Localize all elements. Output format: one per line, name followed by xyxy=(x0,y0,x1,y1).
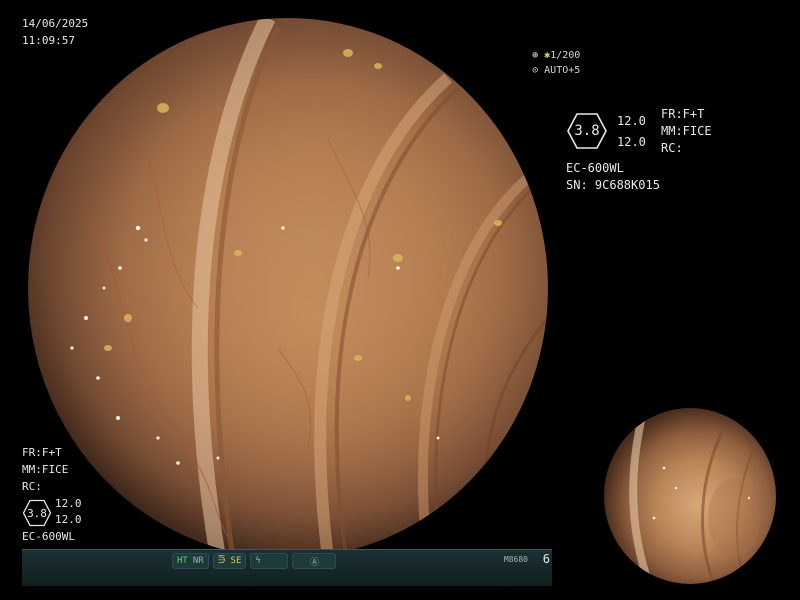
se-label: SE xyxy=(230,556,242,566)
auto-indicator: ⊙ AUTO+5 xyxy=(508,50,580,92)
right-fr-label: FR:F+T xyxy=(661,107,705,121)
right-serial: SN: 9C688K015 xyxy=(566,178,660,192)
right-scope-model: EC-600WL xyxy=(566,161,624,175)
left-mm-label: MM:FICE xyxy=(22,463,69,476)
date-label: 14/06/2025 xyxy=(22,17,89,30)
left-rc-label: RC: xyxy=(22,480,42,493)
status-indicators: HT NR ⋽ SE ϟ Ⓐ xyxy=(172,553,362,569)
time-label: 11:09:57 xyxy=(22,34,75,47)
status-bar: HT NR ⋽ SE ϟ Ⓐ M8680 6 xyxy=(22,549,552,586)
auto-value: AUTO+5 xyxy=(544,65,581,76)
flash-indicator: ϟ xyxy=(250,553,289,569)
se-indicator: ⋽ SE xyxy=(212,553,247,569)
flash-icon: ϟ xyxy=(255,556,261,566)
main-endoscope-view xyxy=(28,18,548,558)
status-code: M8680 xyxy=(503,555,528,564)
left-value-top: 12.0 xyxy=(55,497,82,510)
zoom-badge-value: 3.8 xyxy=(574,123,600,139)
status-number: 6 xyxy=(542,552,550,566)
left-scope-model: EC-600WL xyxy=(22,530,75,543)
sub-endoscope-view xyxy=(604,408,776,584)
endoscopy-screen: 14/06/2025 11:09:57 ⊛ ✱1/200 ⊙ AUTO+5 3.… xyxy=(0,0,800,600)
right-mm-label: MM:FICE xyxy=(661,124,712,138)
left-zoom-badge-value: 3.8 xyxy=(27,506,47,520)
nr-label: NR xyxy=(192,556,204,566)
left-zoom-badge: 3.8 xyxy=(22,499,52,527)
right-value-top: 12.0 xyxy=(617,114,646,128)
enhancement-icon: ⋽ xyxy=(217,556,226,566)
left-value-bottom: 12.0 xyxy=(55,513,82,526)
zoom-badge: 3.8 xyxy=(566,112,608,150)
auto-exposure-icon: ⊙ xyxy=(532,65,539,76)
record-indicator: Ⓐ xyxy=(292,553,337,569)
left-fr-label: FR:F+T xyxy=(22,446,62,459)
right-value-bottom: 12.0 xyxy=(617,135,646,149)
ht-nr-indicator: HT NR xyxy=(172,553,209,569)
right-rc-label: RC: xyxy=(661,141,683,155)
record-icon: Ⓐ xyxy=(309,557,319,568)
ht-label: HT xyxy=(177,556,188,566)
